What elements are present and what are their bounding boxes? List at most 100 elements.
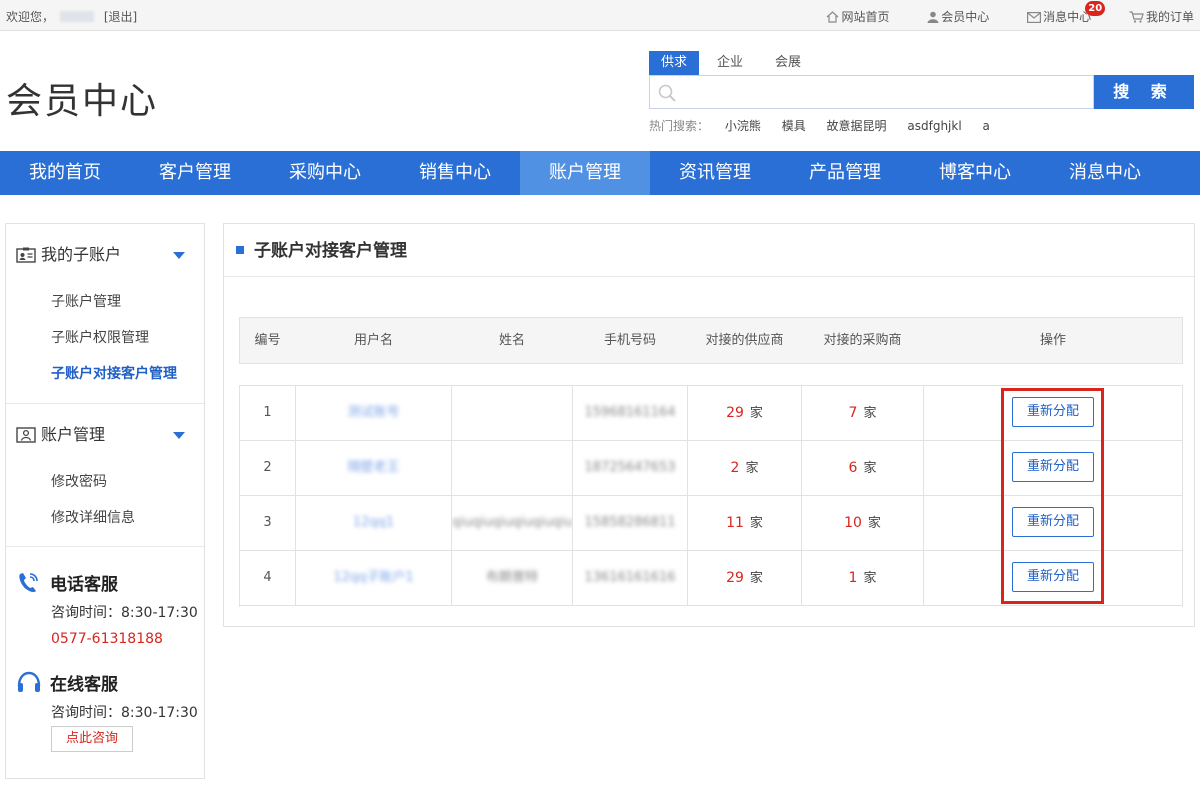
- hot-keyword[interactable]: asdfghjkl: [907, 119, 961, 133]
- search-icon: [658, 84, 676, 102]
- cell-phone: 15858286811: [573, 496, 688, 550]
- cell-action: 重新分配: [924, 551, 1182, 605]
- search-input[interactable]: [649, 75, 1094, 109]
- top-link-messages-label: 消息中心: [1043, 10, 1092, 24]
- hot-keyword[interactable]: 故意据昆明: [827, 119, 887, 133]
- headset-icon: [17, 671, 41, 692]
- phone-service-hours: 咨询时间：8:30-17:30: [51, 605, 198, 621]
- table-row: 3 12qq1 qiuqiuqiuqiuqiuqiu 15858286811 1…: [240, 496, 1182, 551]
- sidebar-group-title: 账户管理: [41, 425, 106, 444]
- cell-name: [452, 441, 573, 495]
- cell-suppliers: 11 家: [688, 496, 802, 550]
- page-title: 会员中心: [6, 81, 159, 122]
- buyer-count: 7: [848, 405, 858, 421]
- name-text: qiuqiuqiuqiuqiuqiu: [452, 515, 573, 530]
- sidebar-item-edit-details[interactable]: 修改详细信息: [6, 500, 204, 536]
- user-icon: [927, 11, 939, 23]
- title-marker: [236, 246, 244, 254]
- nav-item-blog[interactable]: 博客中心: [910, 151, 1040, 195]
- username-text: 12qq子账户1: [333, 570, 414, 585]
- reassign-button[interactable]: 重新分配: [1012, 562, 1094, 592]
- unit-label: 家: [863, 571, 877, 586]
- nav-item-sales[interactable]: 销售中心: [390, 151, 520, 195]
- search-tab-company[interactable]: 企业: [705, 51, 755, 75]
- cell-username[interactable]: 隔壁老王: [296, 441, 452, 495]
- reassign-button[interactable]: 重新分配: [1012, 397, 1094, 427]
- table-row: 2 隔壁老王 18725647653 2 家 6家 重新分配: [240, 441, 1182, 496]
- cell-phone: 13616161616: [573, 551, 688, 605]
- consult-button[interactable]: 点此咨询: [51, 726, 134, 752]
- phone-number: 0577-61318188: [51, 631, 163, 647]
- welcome-area: 欢迎您， [退出]: [6, 8, 137, 25]
- phone-text: 18725647653: [584, 460, 676, 475]
- sidebar-group-header[interactable]: 我的子账户: [6, 224, 204, 284]
- cell-buyers: 6家: [802, 441, 924, 495]
- table-body: 1 测试账号 15968161164 29 家 7家 重新分配 2 隔壁老王 18…: [239, 385, 1183, 607]
- nav-item-products[interactable]: 产品管理: [780, 151, 910, 195]
- cell-suppliers: 29 家: [688, 386, 802, 440]
- username-blurred: [60, 11, 95, 22]
- nav-item-purchasing[interactable]: 采购中心: [260, 151, 390, 195]
- unit-label: 家: [867, 516, 881, 531]
- nav-item-customers[interactable]: 客户管理: [130, 151, 260, 195]
- message-count-badge: 20: [1085, 1, 1106, 16]
- nav-item-messages[interactable]: 消息中心: [1040, 151, 1170, 195]
- top-link-member[interactable]: 会员中心: [927, 8, 989, 25]
- hot-keyword[interactable]: a: [983, 119, 990, 133]
- search-tab-exhibition[interactable]: 会展: [763, 51, 813, 75]
- cell-id: 2: [240, 441, 296, 495]
- phone-text: 15968161164: [584, 405, 676, 420]
- sidebar: 我的子账户 子账户管理 子账户权限管理 子账户对接客户管理 账户管理 修改密码 …: [5, 223, 205, 779]
- reassign-button[interactable]: 重新分配: [1012, 452, 1094, 482]
- cell-suppliers: 29 家: [688, 551, 802, 605]
- hot-keyword[interactable]: 模具: [782, 119, 806, 133]
- nav-item-account[interactable]: 账户管理: [520, 151, 650, 195]
- caret-down-icon[interactable]: [173, 252, 185, 259]
- top-link-orders[interactable]: 我的订单: [1129, 8, 1194, 25]
- phone-service-title: 电话客服: [16, 570, 204, 600]
- id-card-icon: [16, 247, 36, 263]
- caret-down-icon[interactable]: [173, 432, 185, 439]
- unit-label: 家: [749, 516, 763, 531]
- logout-link[interactable]: [退出]: [104, 10, 137, 24]
- online-service-title: 在线客服: [16, 670, 204, 700]
- column-header-id: 编号: [254, 333, 281, 348]
- nav-item-home[interactable]: 我的首页: [0, 151, 130, 195]
- reassign-button[interactable]: 重新分配: [1012, 507, 1094, 537]
- top-link-messages[interactable]: 消息中心 20: [1027, 1, 1106, 25]
- column-header-username: 用户名: [353, 333, 393, 348]
- nav-item-news[interactable]: 资讯管理: [650, 151, 780, 195]
- sidebar-item-subaccount-permissions[interactable]: 子账户权限管理: [6, 320, 204, 356]
- cell-username[interactable]: 12qq子账户1: [296, 551, 452, 605]
- phone-icon: [19, 573, 38, 593]
- cell-id: 4: [240, 551, 296, 605]
- online-service-hours: 咨询时间：8:30-17:30: [51, 705, 198, 721]
- sidebar-group-title: 我的子账户: [41, 245, 122, 264]
- top-link-home[interactable]: 网站首页: [826, 8, 889, 25]
- search-tab-supply[interactable]: 供求: [649, 51, 700, 75]
- column-header-phone: 手机号码: [603, 333, 656, 348]
- column-header-action: 操作: [1039, 333, 1066, 348]
- name-text: 布朗普特: [485, 570, 538, 585]
- sidebar-item-subaccount-customers[interactable]: 子账户对接客户管理: [6, 356, 204, 392]
- table-row: 1 测试账号 15968161164 29 家 7家 重新分配: [240, 386, 1182, 441]
- phone-service: 电话客服 咨询时间：8:30-17:30 0577-61318188: [6, 547, 204, 652]
- top-link-home-label: 网站首页: [841, 10, 890, 24]
- buyer-count: 6: [848, 460, 858, 476]
- search-tabs: 供求 企业 会展: [649, 51, 1194, 75]
- top-link-member-label: 会员中心: [941, 10, 990, 24]
- cell-username[interactable]: 12qq1: [296, 496, 452, 550]
- sidebar-item-change-password[interactable]: 修改密码: [6, 464, 204, 500]
- supplier-count: 2: [730, 460, 740, 476]
- cell-phone: 15968161164: [573, 386, 688, 440]
- hot-keyword[interactable]: 小浣熊: [725, 119, 761, 133]
- sidebar-group-header[interactable]: 账户管理: [6, 404, 204, 464]
- cell-name: qiuqiuqiuqiuqiuqiu: [452, 496, 573, 550]
- cell-username[interactable]: 测试账号: [296, 386, 452, 440]
- supplier-count: 29: [726, 405, 744, 421]
- unit-label: 家: [863, 461, 877, 476]
- cell-id: 3: [240, 496, 296, 550]
- sidebar-item-subaccount-manage[interactable]: 子账户管理: [6, 284, 204, 320]
- top-link-orders-label: 我的订单: [1145, 10, 1194, 24]
- search-button[interactable]: 搜 索: [1094, 75, 1194, 109]
